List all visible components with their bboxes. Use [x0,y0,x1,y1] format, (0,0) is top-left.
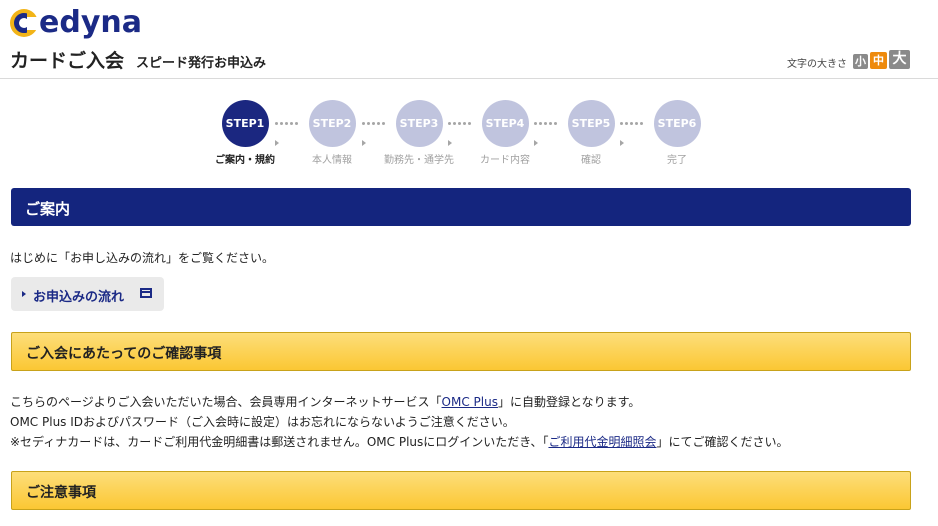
new-window-icon [140,288,152,298]
page-title: カードご入会 [10,50,125,72]
step-3: STEP3 勤務先・通学先 [369,100,469,166]
guide-section-header: ご案内 [11,188,911,226]
confirm-line-3: ※セディナカードは、カードご利用代金明細書は郵送されません。OMC Plusにロ… [10,433,788,450]
step-caption: 完了 [667,155,687,166]
step-circle: STEP4 [481,100,529,147]
step-6: STEP6 完了 [627,100,727,166]
confirm-line-1: こちらのページよりご入会いただいた場合、会員専用インターネットサービス「OMC … [10,393,640,410]
confirm-line-2: OMC Plus IDおよびパスワード（ご入会時に設定）はお忘れにならないようご… [10,415,515,429]
step-circle: STEP1 [221,100,269,147]
statement-inquiry-link[interactable]: ご利用代金明細照会 [548,435,656,449]
notes-section-header: ご注意事項 [11,471,911,510]
confirm-heading: ご入会にあたってのご確認事項 [26,346,222,362]
guide-heading: ご案内 [25,200,71,218]
font-size-label: 文字の大きさ [787,59,847,70]
step-circle: STEP6 [653,100,701,147]
step-4: STEP4 カード内容 [455,100,555,166]
header-divider [0,78,938,79]
font-size-switcher: 文字の大きさ 小 中 大 [787,49,910,70]
confirm-line-1-text-end: 」に自動登録となります。 [497,395,641,409]
confirm-line-3-text-end: 」にてご確認ください。 [656,435,789,449]
step-caption: 確認 [581,155,601,166]
cedyna-logo[interactable]: edyna [10,6,142,40]
step-progress: STEP1 ご案内・規約 STEP2 本人情報 STEP3 勤務先・通学先 ST… [0,100,938,170]
step-5: STEP5 確認 [541,100,641,166]
step-caption: カード内容 [480,155,530,166]
font-size-small-button[interactable]: 小 [853,54,868,69]
page-subtitle: スピード発行お申込み [136,56,267,71]
confirm-section-header: ご入会にあたってのご確認事項 [11,332,911,371]
notes-heading: ご注意事項 [26,485,96,501]
title-row: カードご入会 スピード発行お申込み [10,46,266,73]
application-flow-button[interactable]: お申込みの流れ [11,277,164,311]
font-size-large-button[interactable]: 大 [889,50,910,69]
step-circle: STEP5 [567,100,615,147]
step-circle: STEP3 [395,100,443,147]
step-caption: 勤務先・通学先 [384,155,454,166]
application-flow-label: お申込みの流れ [33,290,125,305]
step-caption: ご案内・規約 [215,155,275,166]
font-size-medium-button[interactable]: 中 [870,52,887,69]
step-caption: 本人情報 [312,155,352,166]
logo-mark [10,9,38,37]
guide-intro-text: はじめに「お申し込みの流れ」をご覧ください。 [10,251,275,265]
arrow-right-icon [22,291,26,297]
confirm-line-3-text: ※セディナカードは、カードご利用代金明細書は郵送されません。OMC Plusにロ… [10,435,549,449]
step-1: STEP1 ご案内・規約 [195,100,295,166]
logo-text: edyna [39,5,142,40]
step-2: STEP2 本人情報 [282,100,382,166]
omc-plus-link[interactable]: OMC Plus [442,395,498,409]
confirm-line-1-text: こちらのページよりご入会いただいた場合、会員専用インターネットサービス「 [10,395,442,409]
step-circle: STEP2 [308,100,356,147]
